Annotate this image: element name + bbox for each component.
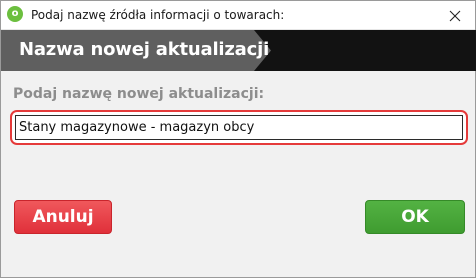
- banner-title: Nazwa nowej aktualizacji: [19, 39, 270, 60]
- app-icon: o: [7, 6, 23, 22]
- window-title: Podaj nazwę źródła informacji o towarach…: [31, 8, 285, 22]
- update-name-field-focus-ring: [10, 110, 468, 145]
- title-bar[interactable]: o Podaj nazwę źródła informacji o towara…: [1, 1, 475, 30]
- ok-button[interactable]: OK: [365, 200, 465, 234]
- header-banner: Nazwa nowej aktualizacji: [1, 30, 476, 71]
- update-name-input[interactable]: [15, 115, 463, 140]
- app-icon-glyph: o: [11, 8, 19, 19]
- close-button[interactable]: [435, 1, 475, 30]
- close-icon: [449, 10, 461, 21]
- dialog-window: o Podaj nazwę źródła informacji o towara…: [0, 0, 476, 278]
- update-name-label: Podaj nazwę nowej aktualizacji:: [13, 86, 265, 102]
- cancel-button[interactable]: Anuluj: [14, 200, 112, 234]
